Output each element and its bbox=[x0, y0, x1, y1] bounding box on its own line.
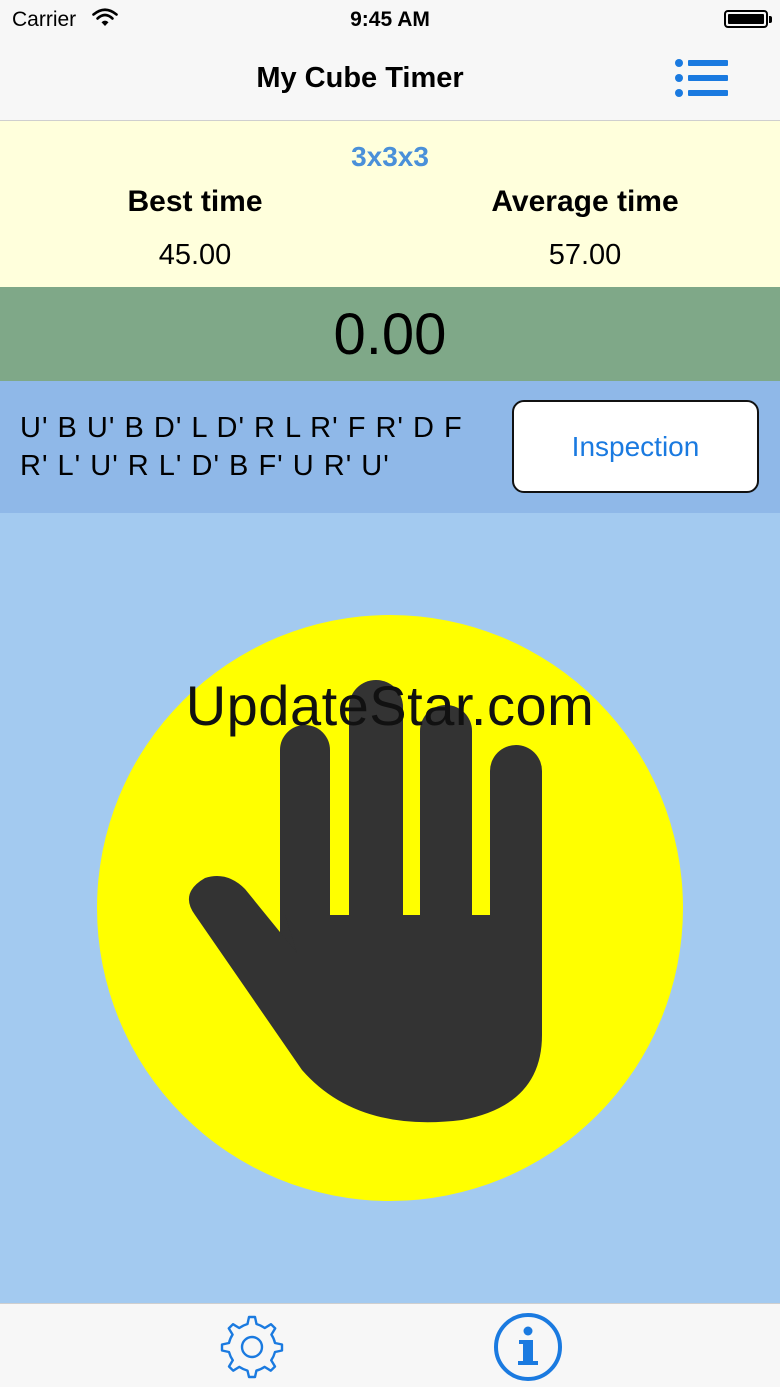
tab-bar bbox=[0, 1303, 780, 1387]
scramble-line-1: U' B U' B D' L D' R L R' F R' D F bbox=[20, 412, 463, 444]
page-title: My Cube Timer bbox=[256, 62, 464, 94]
navigation-bar: My Cube Timer bbox=[0, 40, 780, 121]
timer-value: 0.00 bbox=[333, 302, 447, 367]
inspection-button[interactable]: Inspection bbox=[512, 400, 759, 493]
status-time: 9:45 AM bbox=[350, 8, 430, 31]
timer-display: 0.00 bbox=[0, 287, 780, 381]
scramble-line-2: R' L' U' R L' D' B F' U R' U' bbox=[20, 450, 390, 482]
info-icon[interactable] bbox=[492, 1311, 564, 1383]
scramble-text: U' B U' B D' L D' R L R' F R' D F R' L' … bbox=[20, 409, 500, 485]
puzzle-type[interactable]: 3x3x3 bbox=[0, 141, 780, 173]
list-icon[interactable] bbox=[674, 58, 730, 98]
status-bar: Carrier 9:45 AM bbox=[0, 0, 780, 40]
best-time-label: Best time bbox=[127, 185, 263, 218]
scramble-panel: U' B U' B D' L D' R L R' F R' D F R' L' … bbox=[0, 381, 780, 513]
timer-touch-area[interactable]: UpdateStar.com bbox=[0, 513, 780, 1303]
average-time-label: Average time bbox=[491, 185, 679, 218]
stats-panel: 3x3x3 Best time Average time 45.00 57.00 bbox=[0, 121, 780, 287]
best-time-value: 45.00 bbox=[158, 239, 232, 271]
watermark: UpdateStar.com bbox=[185, 674, 595, 737]
gear-icon[interactable] bbox=[220, 1315, 284, 1379]
battery-icon bbox=[724, 10, 772, 28]
average-time-value: 57.00 bbox=[548, 239, 622, 271]
